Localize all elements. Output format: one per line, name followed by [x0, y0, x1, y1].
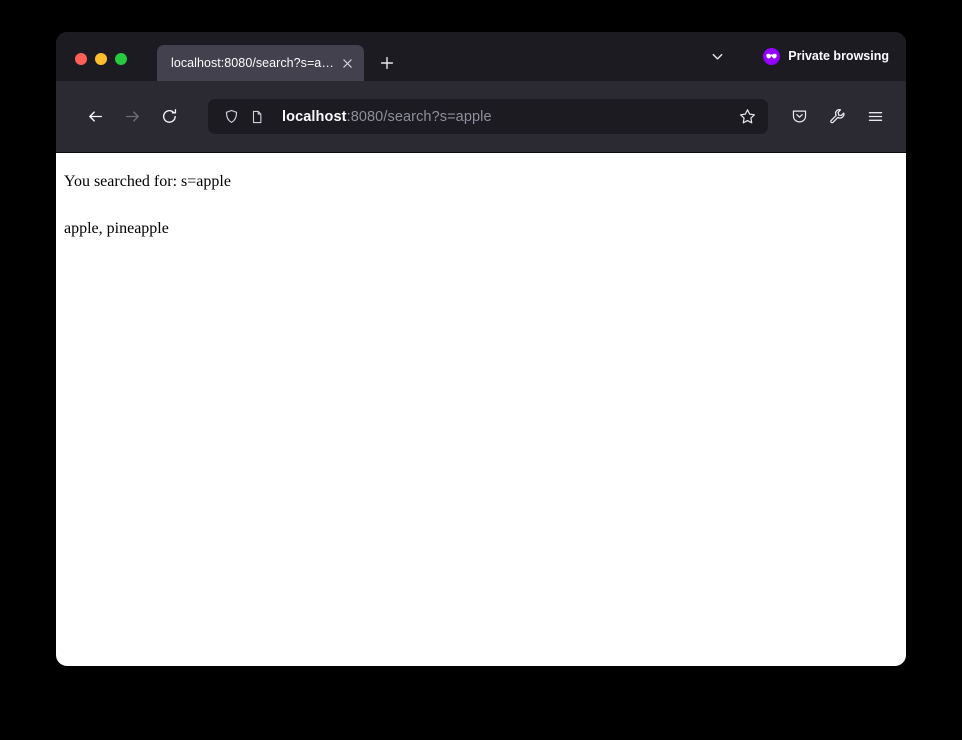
new-tab-button[interactable]	[372, 48, 402, 78]
reload-button[interactable]	[152, 100, 186, 134]
url-path: :8080/search?s=apple	[346, 108, 492, 125]
page-content-area: You searched for: s=apple apple, pineapp…	[56, 153, 906, 666]
tab-bar: localhost:8080/search?s=apple Private br…	[56, 32, 906, 81]
page-document-icon[interactable]	[246, 106, 268, 128]
window-controls	[56, 53, 127, 81]
tab-title: localhost:8080/search?s=apple	[171, 56, 336, 70]
private-mask-icon	[763, 47, 781, 65]
private-browsing-indicator: Private browsing	[743, 47, 889, 65]
navigation-toolbar: localhost:8080/search?s=apple	[56, 81, 906, 153]
close-icon[interactable]	[336, 52, 358, 74]
search-echo-text: You searched for: s=apple	[64, 173, 231, 190]
hamburger-menu-icon[interactable]	[858, 100, 892, 134]
forward-button[interactable]	[115, 100, 149, 134]
pocket-icon[interactable]	[782, 100, 816, 134]
private-browsing-label: Private browsing	[788, 49, 889, 63]
tab-bar-right-controls: Private browsing	[703, 43, 906, 81]
wrench-icon[interactable]	[820, 100, 854, 134]
url-text: localhost:8080/search?s=apple	[282, 109, 732, 125]
search-results-text: apple, pineapple	[64, 220, 169, 237]
tab-localhost-search[interactable]: localhost:8080/search?s=apple	[157, 45, 364, 81]
chevron-down-icon[interactable]	[703, 43, 731, 69]
window-close-button[interactable]	[75, 53, 87, 65]
url-host: localhost	[282, 108, 347, 125]
browser-window: localhost:8080/search?s=apple Private br…	[56, 32, 906, 666]
shield-icon[interactable]	[220, 106, 242, 128]
window-minimize-button[interactable]	[95, 53, 107, 65]
window-zoom-button[interactable]	[115, 53, 127, 65]
url-bar[interactable]: localhost:8080/search?s=apple	[208, 99, 768, 134]
back-button[interactable]	[78, 100, 112, 134]
tab-strip: localhost:8080/search?s=apple	[157, 32, 402, 81]
star-icon[interactable]	[732, 102, 762, 132]
toolbar-right-controls	[782, 100, 892, 134]
